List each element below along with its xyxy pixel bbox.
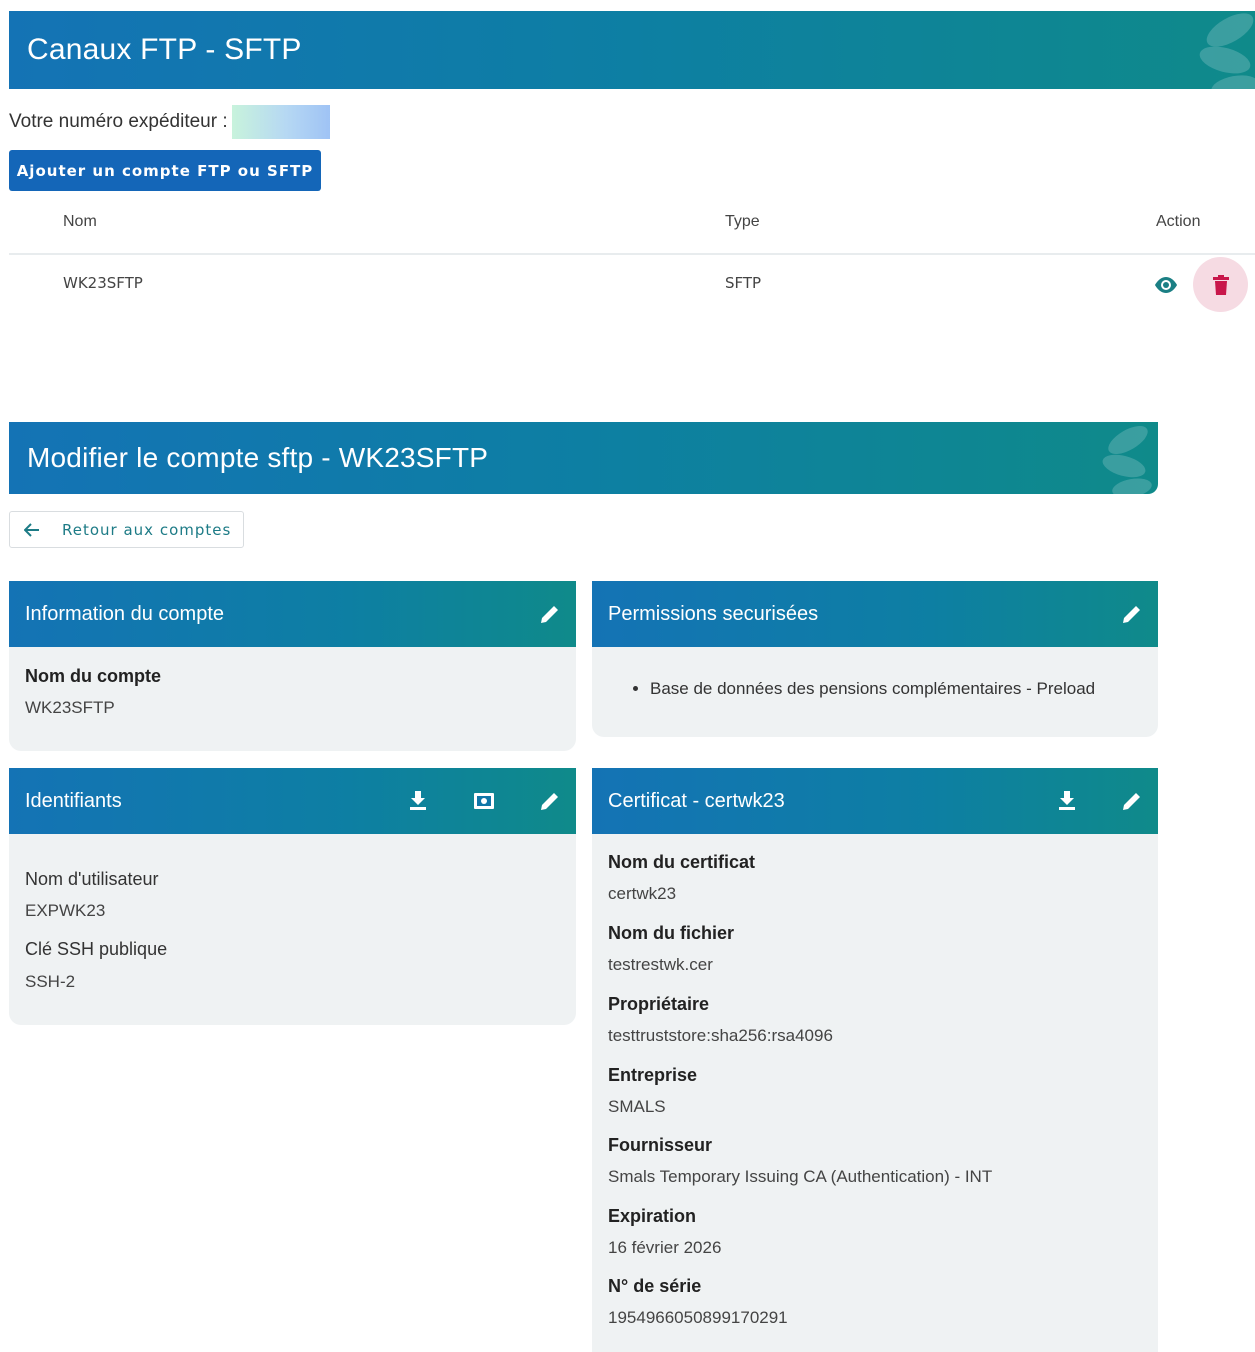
cert-name-label: Nom du certificat [608, 852, 756, 872]
sender-number-row: Votre numéro expéditeur : [9, 105, 330, 139]
permissions-title: Permissions securisées [608, 602, 819, 625]
row-name: WK23SFTP [63, 274, 143, 292]
table-divider [9, 253, 1255, 255]
credentials-title: Identifiants [25, 789, 122, 812]
credentials-card: Identifiants Nom d'utilisateur EXPWK23 C… [9, 768, 576, 1025]
file-name-label: Nom du fichier [608, 923, 735, 943]
company-label: Entreprise [608, 1065, 698, 1085]
owner-label: Propriétaire [608, 994, 710, 1014]
account-info-card: Information du compte Nom du compte WK23… [9, 581, 576, 751]
file-name-value: testrestwk.cer [608, 955, 713, 974]
issuer-value: Smals Temporary Issuing CA (Authenticati… [608, 1167, 993, 1186]
back-to-accounts-label: Retour aux comptes [62, 520, 232, 539]
company-value: SMALS [608, 1097, 666, 1116]
account-name-value: WK23SFTP [25, 698, 115, 717]
pencil-icon[interactable] [538, 602, 562, 626]
pencil-icon[interactable] [538, 789, 562, 813]
expiration-value: 16 février 2026 [608, 1238, 722, 1257]
username-value: EXPWK23 [25, 901, 106, 920]
permissions-list: Base de données des pensions complémenta… [632, 679, 1095, 699]
column-header-name: Nom [63, 213, 97, 230]
account-info-title: Information du compte [25, 602, 224, 625]
username-label: Nom d'utilisateur [25, 869, 159, 889]
issuer-label: Fournisseur [608, 1135, 713, 1155]
certificate-title: Certificat - certwk23 [608, 789, 785, 812]
delete-account-button[interactable] [1193, 257, 1248, 312]
view-account-button[interactable] [1151, 270, 1181, 300]
serial-number-value: 1954966050899170291 [608, 1308, 788, 1327]
channels-banner: Canaux FTP - SFTP [9, 11, 1255, 89]
column-header-action: Action [1156, 213, 1201, 230]
download-icon[interactable] [406, 789, 430, 813]
arrow-left-icon [24, 522, 40, 537]
trash-icon [1212, 274, 1229, 295]
eye-icon [1155, 277, 1177, 293]
certificate-card: Certificat - certwk23 Nom du certificat … [592, 768, 1158, 1352]
sender-number-label: Votre numéro expéditeur : [9, 111, 228, 132]
list-item: Base de données des pensions complémenta… [650, 679, 1095, 699]
account-name-label: Nom du compte [25, 666, 162, 686]
add-ftp-account-button[interactable]: Ajouter un compte FTP ou SFTP [9, 150, 321, 191]
cert-name-value: certwk23 [608, 884, 677, 903]
account-info-header: Information du compte [9, 581, 576, 647]
permissions-card: Permissions securisées Base de données d… [592, 581, 1158, 737]
page-title: Canaux FTP - SFTP [27, 33, 302, 66]
leaf-decoration-icon [1102, 426, 1152, 494]
owner-value: testtruststore:sha256:rsa4096 [608, 1026, 833, 1045]
back-to-accounts-button[interactable]: Retour aux comptes [9, 511, 244, 548]
edit-title: Modifier le compte sftp - WK23SFTP [27, 442, 489, 473]
row-type: SFTP [725, 274, 762, 292]
permissions-header: Permissions securisées [592, 581, 1158, 647]
expiration-label: Expiration [608, 1206, 697, 1226]
column-header-type: Type [725, 213, 760, 230]
monitor-icon[interactable] [472, 789, 496, 813]
credentials-header: Identifiants [9, 768, 576, 834]
serial-number-label: N° de série [608, 1276, 702, 1296]
leaf-decoration-icon [1199, 13, 1255, 89]
ssh-key-value: SSH-2 [25, 972, 76, 991]
edit-account-banner: Modifier le compte sftp - WK23SFTP [9, 422, 1158, 494]
pencil-icon[interactable] [1120, 789, 1144, 813]
download-icon[interactable] [1055, 789, 1079, 813]
certificate-header: Certificat - certwk23 [592, 768, 1158, 834]
sender-number-value [231, 105, 330, 139]
ssh-key-label: Clé SSH publique [25, 939, 168, 959]
pencil-icon[interactable] [1120, 602, 1144, 626]
